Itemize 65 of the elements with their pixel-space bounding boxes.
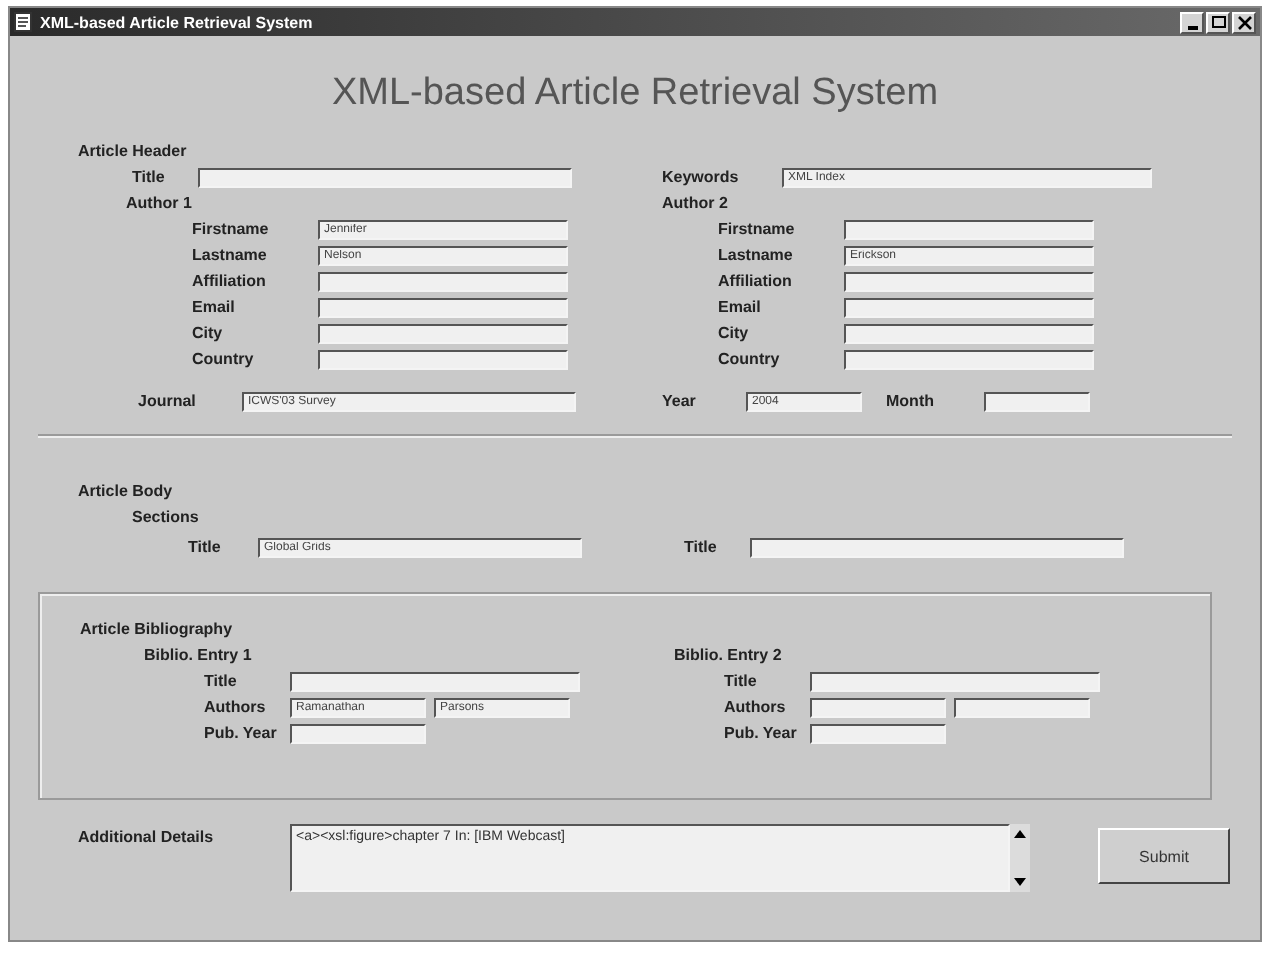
text-field[interactable] [844,297,1094,317]
text-field[interactable] [844,323,1094,343]
text-field[interactable] [984,391,1090,411]
text-field[interactable] [844,271,1094,291]
group-label: Biblio. Entry 2 [674,644,784,668]
text-field[interactable] [810,671,1100,691]
text-field[interactable] [198,167,572,187]
field-label: Country [718,350,782,368]
field-label: Email [718,298,763,316]
field-label: City [718,324,751,342]
field-label: Journal [138,392,198,410]
minimize-icon [1187,25,1197,29]
section-label: Article Bibliography [78,618,235,642]
text-field[interactable] [844,219,1094,239]
close-button[interactable] [1232,11,1256,33]
field-label: Pub. Year [204,724,279,742]
text-field[interactable] [810,723,946,743]
minimize-button[interactable] [1180,11,1204,33]
field-label: Title [132,168,167,186]
app-icon [14,12,32,32]
submit-button[interactable]: Submit [1098,828,1230,884]
scroll-down-icon[interactable] [1012,874,1028,890]
field-label: Authors [204,698,268,716]
field-label: Firstname [192,220,271,238]
text-field[interactable] [810,697,946,717]
field-label: Pub. Year [724,724,799,742]
field-label: Title [204,672,239,690]
text-field[interactable] [750,537,1124,557]
field-label: Affiliation [192,272,268,290]
section-label: Article Header [76,140,189,164]
close-icon [1237,15,1251,29]
window-title: XML-based Article Retrieval System [40,13,315,31]
group-label: Biblio. Entry 1 [144,644,254,668]
text-field[interactable] [318,349,568,369]
text-field[interactable] [318,271,568,291]
text-field[interactable] [290,671,580,691]
section-label: Article Body [76,480,175,504]
text-field[interactable] [318,323,568,343]
field-label: Lastname [718,246,795,264]
text-field[interactable] [954,697,1090,717]
field-label: Title [724,672,759,690]
group-label: Author 1 [124,192,194,216]
field-label: Title [684,538,719,556]
group-label: Author 2 [662,192,730,216]
maximize-icon [1211,16,1225,28]
field-label: Year [662,392,698,410]
scrollbar[interactable] [1010,824,1030,892]
field-label: Lastname [192,246,269,264]
field-label: City [192,324,225,342]
group-label: Sections [130,506,201,530]
field-label: Month [886,392,936,410]
scroll-up-icon[interactable] [1012,826,1028,842]
field-label: Authors [724,698,788,716]
field-label: Additional Details [78,826,216,846]
field-label: Email [192,298,237,316]
field-label: Firstname [718,220,797,238]
text-field[interactable] [318,297,568,317]
text-field[interactable] [844,349,1094,369]
text-field[interactable] [290,723,426,743]
form-heading: XML-based Article Retrieval System [329,70,941,118]
field-label: Title [188,538,223,556]
maximize-button[interactable] [1206,11,1230,33]
field-label: Country [192,350,256,368]
field-label: Affiliation [718,272,794,290]
field-label: Keywords [662,168,741,186]
